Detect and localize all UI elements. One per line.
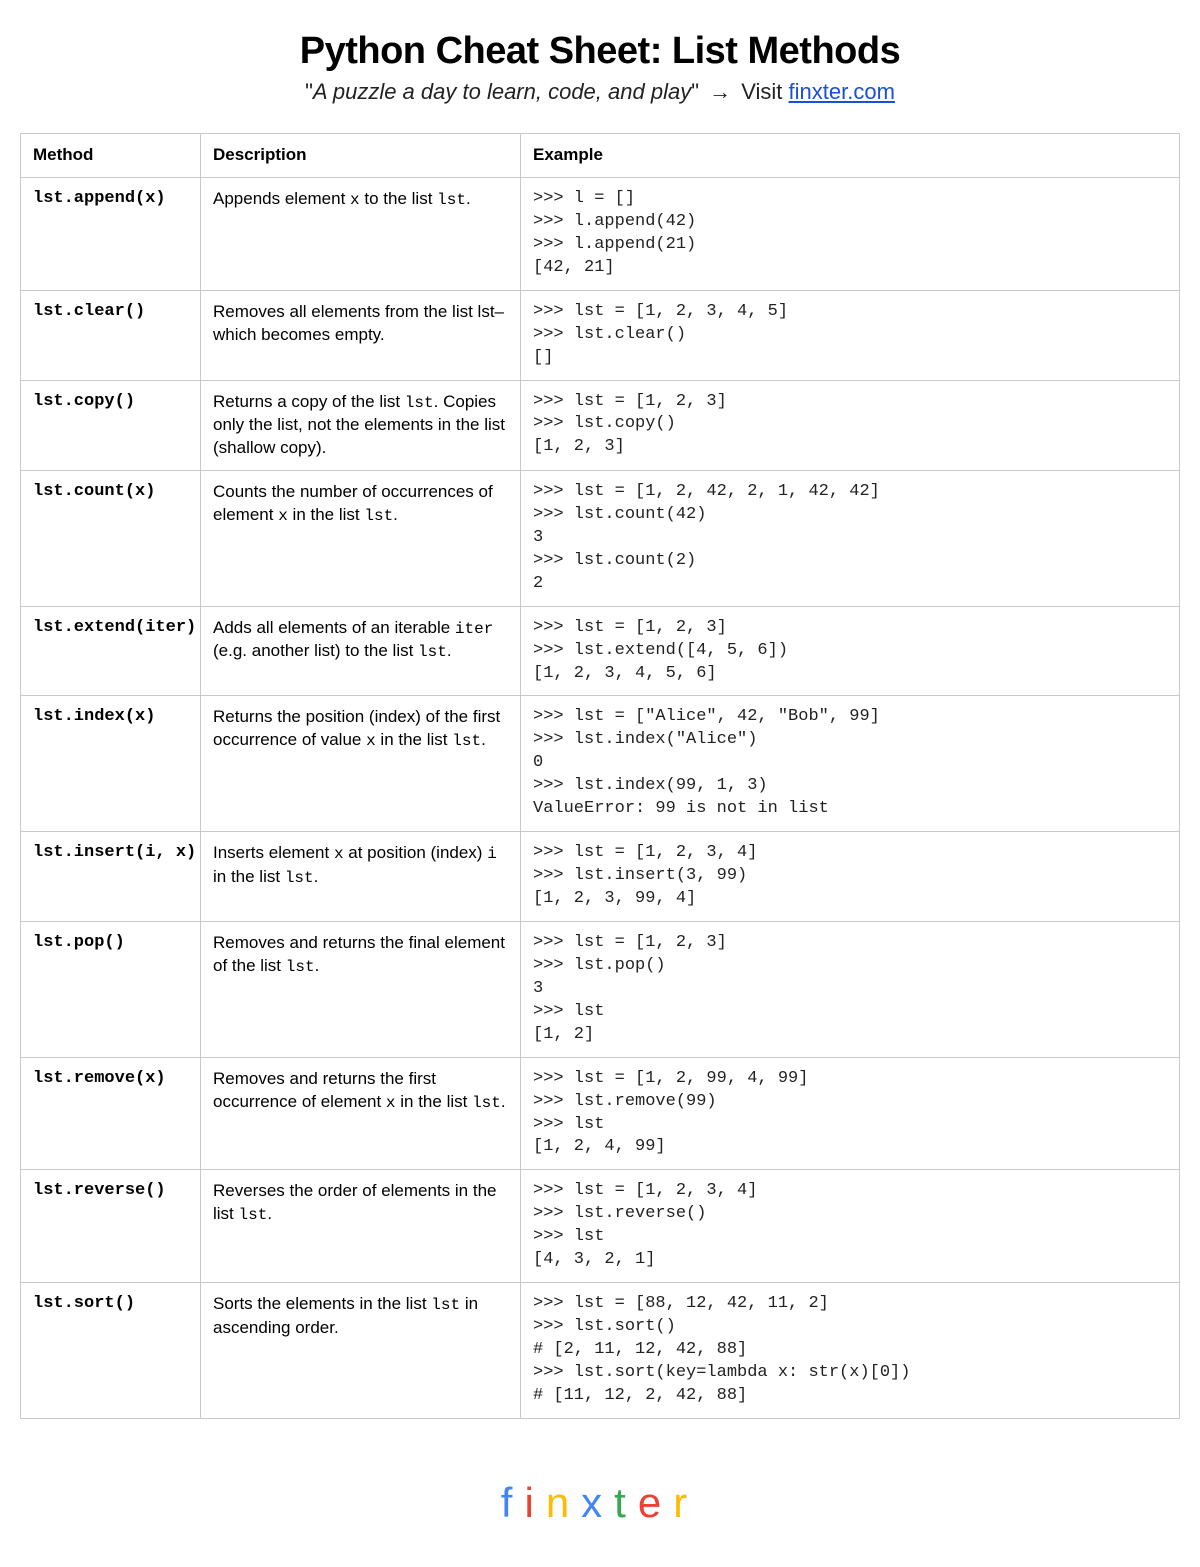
example-cell: >>> l = [] >>> l.append(42) >>> l.append… (521, 177, 1180, 290)
table-row: lst.remove(x)Removes and returns the fir… (21, 1057, 1180, 1170)
description-cell: Appends element x to the list lst. (201, 177, 521, 290)
arrow-icon: → (709, 79, 731, 104)
description-cell: Adds all elements of an iterable iter (e… (201, 606, 521, 696)
subtitle: "A puzzle a day to learn, code, and play… (20, 79, 1180, 105)
description-cell: Returns a copy of the list lst. Copies o… (201, 380, 521, 470)
th-description: Description (201, 134, 521, 178)
logo-letter: x (581, 1479, 614, 1527)
description-cell: Returns the position (index) of the firs… (201, 696, 521, 832)
description-cell: Sorts the elements in the list lst in as… (201, 1283, 521, 1419)
method-cell: lst.extend(iter) (21, 606, 201, 696)
example-cell: >>> lst = [1, 2, 3, 4] >>> lst.reverse()… (521, 1170, 1180, 1283)
table-row: lst.copy()Returns a copy of the list lst… (21, 380, 1180, 470)
logo-letter: f (501, 1479, 525, 1527)
page-title: Python Cheat Sheet: List Methods (20, 30, 1180, 73)
description-cell: Inserts element x at position (index) i … (201, 832, 521, 922)
table-header-row: Method Description Example (21, 134, 1180, 178)
table-row: lst.reverse()Reverses the order of eleme… (21, 1170, 1180, 1283)
logo-letter: r (673, 1479, 699, 1527)
example-cell: >>> lst = [1, 2, 42, 2, 1, 42, 42] >>> l… (521, 470, 1180, 606)
method-cell: lst.remove(x) (21, 1057, 201, 1170)
table-row: lst.sort()Sorts the elements in the list… (21, 1283, 1180, 1419)
description-cell: Counts the number of occurrences of elem… (201, 470, 521, 606)
description-cell: Removes and returns the final element of… (201, 921, 521, 1057)
example-cell: >>> lst = [1, 2, 3] >>> lst.copy() [1, 2… (521, 380, 1180, 470)
page: Python Cheat Sheet: List Methods "A puzz… (0, 0, 1200, 1567)
th-example: Example (521, 134, 1180, 178)
method-cell: lst.insert(i, x) (21, 832, 201, 922)
table-row: lst.count(x)Counts the number of occurre… (21, 470, 1180, 606)
motto-text: A puzzle a day to learn, code, and play (313, 79, 691, 104)
header: Python Cheat Sheet: List Methods "A puzz… (20, 30, 1180, 105)
logo-letter: n (546, 1479, 581, 1527)
table-row: lst.extend(iter)Adds all elements of an … (21, 606, 1180, 696)
table-row: lst.pop()Removes and returns the final e… (21, 921, 1180, 1057)
example-cell: >>> lst = [1, 2, 3] >>> lst.extend([4, 5… (521, 606, 1180, 696)
example-cell: >>> lst = [88, 12, 42, 11, 2] >>> lst.so… (521, 1283, 1180, 1419)
table-row: lst.insert(i, x)Inserts element x at pos… (21, 832, 1180, 922)
method-cell: lst.count(x) (21, 470, 201, 606)
table-row: lst.index(x)Returns the position (index)… (21, 696, 1180, 832)
example-cell: >>> lst = ["Alice", 42, "Bob", 99] >>> l… (521, 696, 1180, 832)
method-cell: lst.sort() (21, 1283, 201, 1419)
logo-letter: t (614, 1479, 638, 1527)
example-cell: >>> lst = [1, 2, 3, 4, 5] >>> lst.clear(… (521, 290, 1180, 380)
method-cell: lst.index(x) (21, 696, 201, 832)
method-cell: lst.copy() (21, 380, 201, 470)
table-row: lst.clear()Removes all elements from the… (21, 290, 1180, 380)
finxter-link[interactable]: finxter.com (789, 79, 895, 104)
table-row: lst.append(x)Appends element x to the li… (21, 177, 1180, 290)
example-cell: >>> lst = [1, 2, 99, 4, 99] >>> lst.remo… (521, 1057, 1180, 1170)
example-cell: >>> lst = [1, 2, 3, 4] >>> lst.insert(3,… (521, 832, 1180, 922)
description-cell: Removes all elements from the list lst–w… (201, 290, 521, 380)
method-cell: lst.pop() (21, 921, 201, 1057)
method-cell: lst.append(x) (21, 177, 201, 290)
th-method: Method (21, 134, 201, 178)
example-cell: >>> lst = [1, 2, 3] >>> lst.pop() 3 >>> … (521, 921, 1180, 1057)
description-cell: Reverses the order of elements in the li… (201, 1170, 521, 1283)
methods-table: Method Description Example lst.append(x)… (20, 133, 1180, 1419)
description-cell: Removes and returns the first occurrence… (201, 1057, 521, 1170)
footer-logo: finxter (20, 1479, 1180, 1527)
logo-letter: e (638, 1479, 673, 1527)
logo-letter: i (524, 1479, 545, 1527)
method-cell: lst.reverse() (21, 1170, 201, 1283)
method-cell: lst.clear() (21, 290, 201, 380)
visit-prefix: Visit (741, 79, 782, 104)
